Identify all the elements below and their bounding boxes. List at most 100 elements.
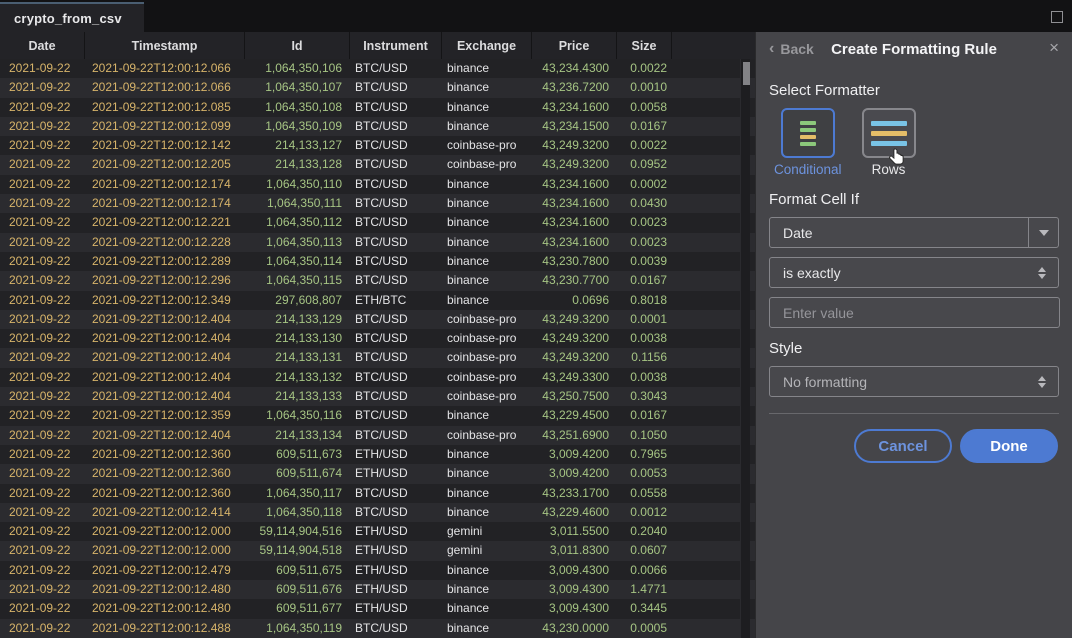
cell[interactable]: 2021-09-22T12:00:12.205 [85,155,245,174]
cell[interactable]: 2021-09-22 [0,175,85,194]
cell[interactable]: 2021-09-22T12:00:12.000 [85,522,245,541]
cell[interactable]: 2021-09-22T12:00:12.479 [85,561,245,580]
cell[interactable]: 0.0039 [617,252,672,271]
cell[interactable]: 609,511,677 [245,599,350,618]
cell[interactable]: binance [442,291,532,310]
cell[interactable]: 214,133,133 [245,387,350,406]
cell[interactable]: 0.0167 [617,117,672,136]
cell[interactable]: 2021-09-22T12:00:12.360 [85,445,245,464]
tab-crypto-from-csv[interactable]: crypto_from_csv [0,2,144,32]
cell[interactable]: BTC/USD [350,387,442,406]
cell[interactable]: 2021-09-22T12:00:12.488 [85,619,245,638]
cell[interactable]: 214,133,131 [245,348,350,367]
cell[interactable]: 2021-09-22T12:00:12.289 [85,252,245,271]
table-row[interactable]: 2021-09-222021-09-22T12:00:12.00059,114,… [0,541,755,560]
cell[interactable]: binance [442,619,532,638]
table-row[interactable]: 2021-09-222021-09-22T12:00:12.404214,133… [0,426,755,445]
cell[interactable]: 1,064,350,114 [245,252,350,271]
cell[interactable]: 609,511,676 [245,580,350,599]
table-row[interactable]: 2021-09-222021-09-22T12:00:12.205214,133… [0,155,755,174]
cell[interactable]: coinbase-pro [442,387,532,406]
cell[interactable]: 43,234.4300 [532,59,617,78]
cell[interactable]: 2021-09-22T12:00:12.174 [85,194,245,213]
column-header-exchange[interactable]: Exchange [442,32,532,59]
column-header-size[interactable]: Size [617,32,672,59]
cell[interactable]: 0.1156 [617,348,672,367]
cell[interactable]: ETH/USD [350,445,442,464]
cell[interactable]: 0.0167 [617,406,672,425]
cell[interactable]: 2021-09-22 [0,98,85,117]
table-row[interactable]: 2021-09-222021-09-22T12:00:12.360609,511… [0,464,755,483]
cell[interactable]: 43,229.4600 [532,503,617,522]
cell[interactable]: 609,511,675 [245,561,350,580]
cell[interactable]: 0.0002 [617,175,672,194]
cell[interactable]: 2021-09-22T12:00:12.066 [85,59,245,78]
cell[interactable]: 2021-09-22T12:00:12.360 [85,464,245,483]
cell[interactable]: binance [442,561,532,580]
cell[interactable]: binance [442,503,532,522]
table-row[interactable]: 2021-09-222021-09-22T12:00:12.0991,064,3… [0,117,755,136]
cell[interactable]: BTC/USD [350,98,442,117]
cell[interactable]: 43,249.3200 [532,155,617,174]
table-row[interactable]: 2021-09-222021-09-22T12:00:12.1741,064,3… [0,175,755,194]
table-row[interactable]: 2021-09-222021-09-22T12:00:12.360609,511… [0,445,755,464]
cell[interactable]: coinbase-pro [442,368,532,387]
cell[interactable]: 0.8018 [617,291,672,310]
cell[interactable]: 0.0022 [617,136,672,155]
cell[interactable]: 2021-09-22T12:00:12.066 [85,78,245,97]
cell[interactable]: 0.0023 [617,213,672,232]
cancel-button[interactable]: Cancel [854,429,952,463]
cell[interactable]: 2021-09-22 [0,59,85,78]
cell[interactable]: 0.0607 [617,541,672,560]
cell[interactable]: 214,133,129 [245,310,350,329]
table-row[interactable]: 2021-09-222021-09-22T12:00:12.4881,064,3… [0,619,755,638]
cell[interactable]: BTC/USD [350,271,442,290]
cell[interactable]: 43,234.1600 [532,175,617,194]
cell[interactable]: coinbase-pro [442,155,532,174]
cell[interactable]: binance [442,233,532,252]
cell[interactable]: BTC/USD [350,484,442,503]
cell[interactable]: 0.0005 [617,619,672,638]
cell[interactable]: binance [442,464,532,483]
cell[interactable]: 43,236.7200 [532,78,617,97]
cell[interactable]: ETH/BTC [350,291,442,310]
table-row[interactable]: 2021-09-222021-09-22T12:00:12.142214,133… [0,136,755,155]
cell[interactable]: 43,249.3200 [532,329,617,348]
cell[interactable]: coinbase-pro [442,426,532,445]
table-row[interactable]: 2021-09-222021-09-22T12:00:12.4141,064,3… [0,503,755,522]
cell[interactable]: binance [442,117,532,136]
cell[interactable]: coinbase-pro [442,329,532,348]
cell[interactable]: 2021-09-22 [0,387,85,406]
cell[interactable]: 59,114,904,518 [245,541,350,560]
cell[interactable]: 43,233.1700 [532,484,617,503]
cell[interactable]: 3,009.4200 [532,464,617,483]
cell[interactable]: 2021-09-22 [0,406,85,425]
cell[interactable]: 1,064,350,119 [245,619,350,638]
cell[interactable]: 0.0053 [617,464,672,483]
maximize-icon[interactable] [1051,11,1063,23]
cell[interactable]: 0.0038 [617,329,672,348]
column-header-timestamp[interactable]: Timestamp [85,32,245,59]
cell[interactable]: BTC/USD [350,348,442,367]
cell[interactable]: binance [442,213,532,232]
column-header-instrument[interactable]: Instrument [350,32,442,59]
cell[interactable]: 0.0696 [532,291,617,310]
cell[interactable]: 43,251.6900 [532,426,617,445]
close-icon[interactable]: × [1049,39,1059,56]
cell[interactable]: ETH/USD [350,464,442,483]
cell[interactable]: binance [442,599,532,618]
table-row[interactable]: 2021-09-222021-09-22T12:00:12.3601,064,3… [0,484,755,503]
table-row[interactable]: 2021-09-222021-09-22T12:00:12.2891,064,3… [0,252,755,271]
cell[interactable]: 2021-09-22 [0,522,85,541]
cell[interactable]: BTC/USD [350,175,442,194]
table-row[interactable]: 2021-09-222021-09-22T12:00:12.480609,511… [0,580,755,599]
cell[interactable]: 0.0001 [617,310,672,329]
cell[interactable]: 2021-09-22T12:00:12.359 [85,406,245,425]
cell[interactable]: coinbase-pro [442,310,532,329]
cell[interactable]: gemini [442,541,532,560]
cell[interactable]: 0.0012 [617,503,672,522]
cell[interactable]: 2021-09-22T12:00:12.174 [85,175,245,194]
table-row[interactable]: 2021-09-222021-09-22T12:00:12.1741,064,3… [0,194,755,213]
cell[interactable]: binance [442,271,532,290]
cell[interactable]: coinbase-pro [442,348,532,367]
